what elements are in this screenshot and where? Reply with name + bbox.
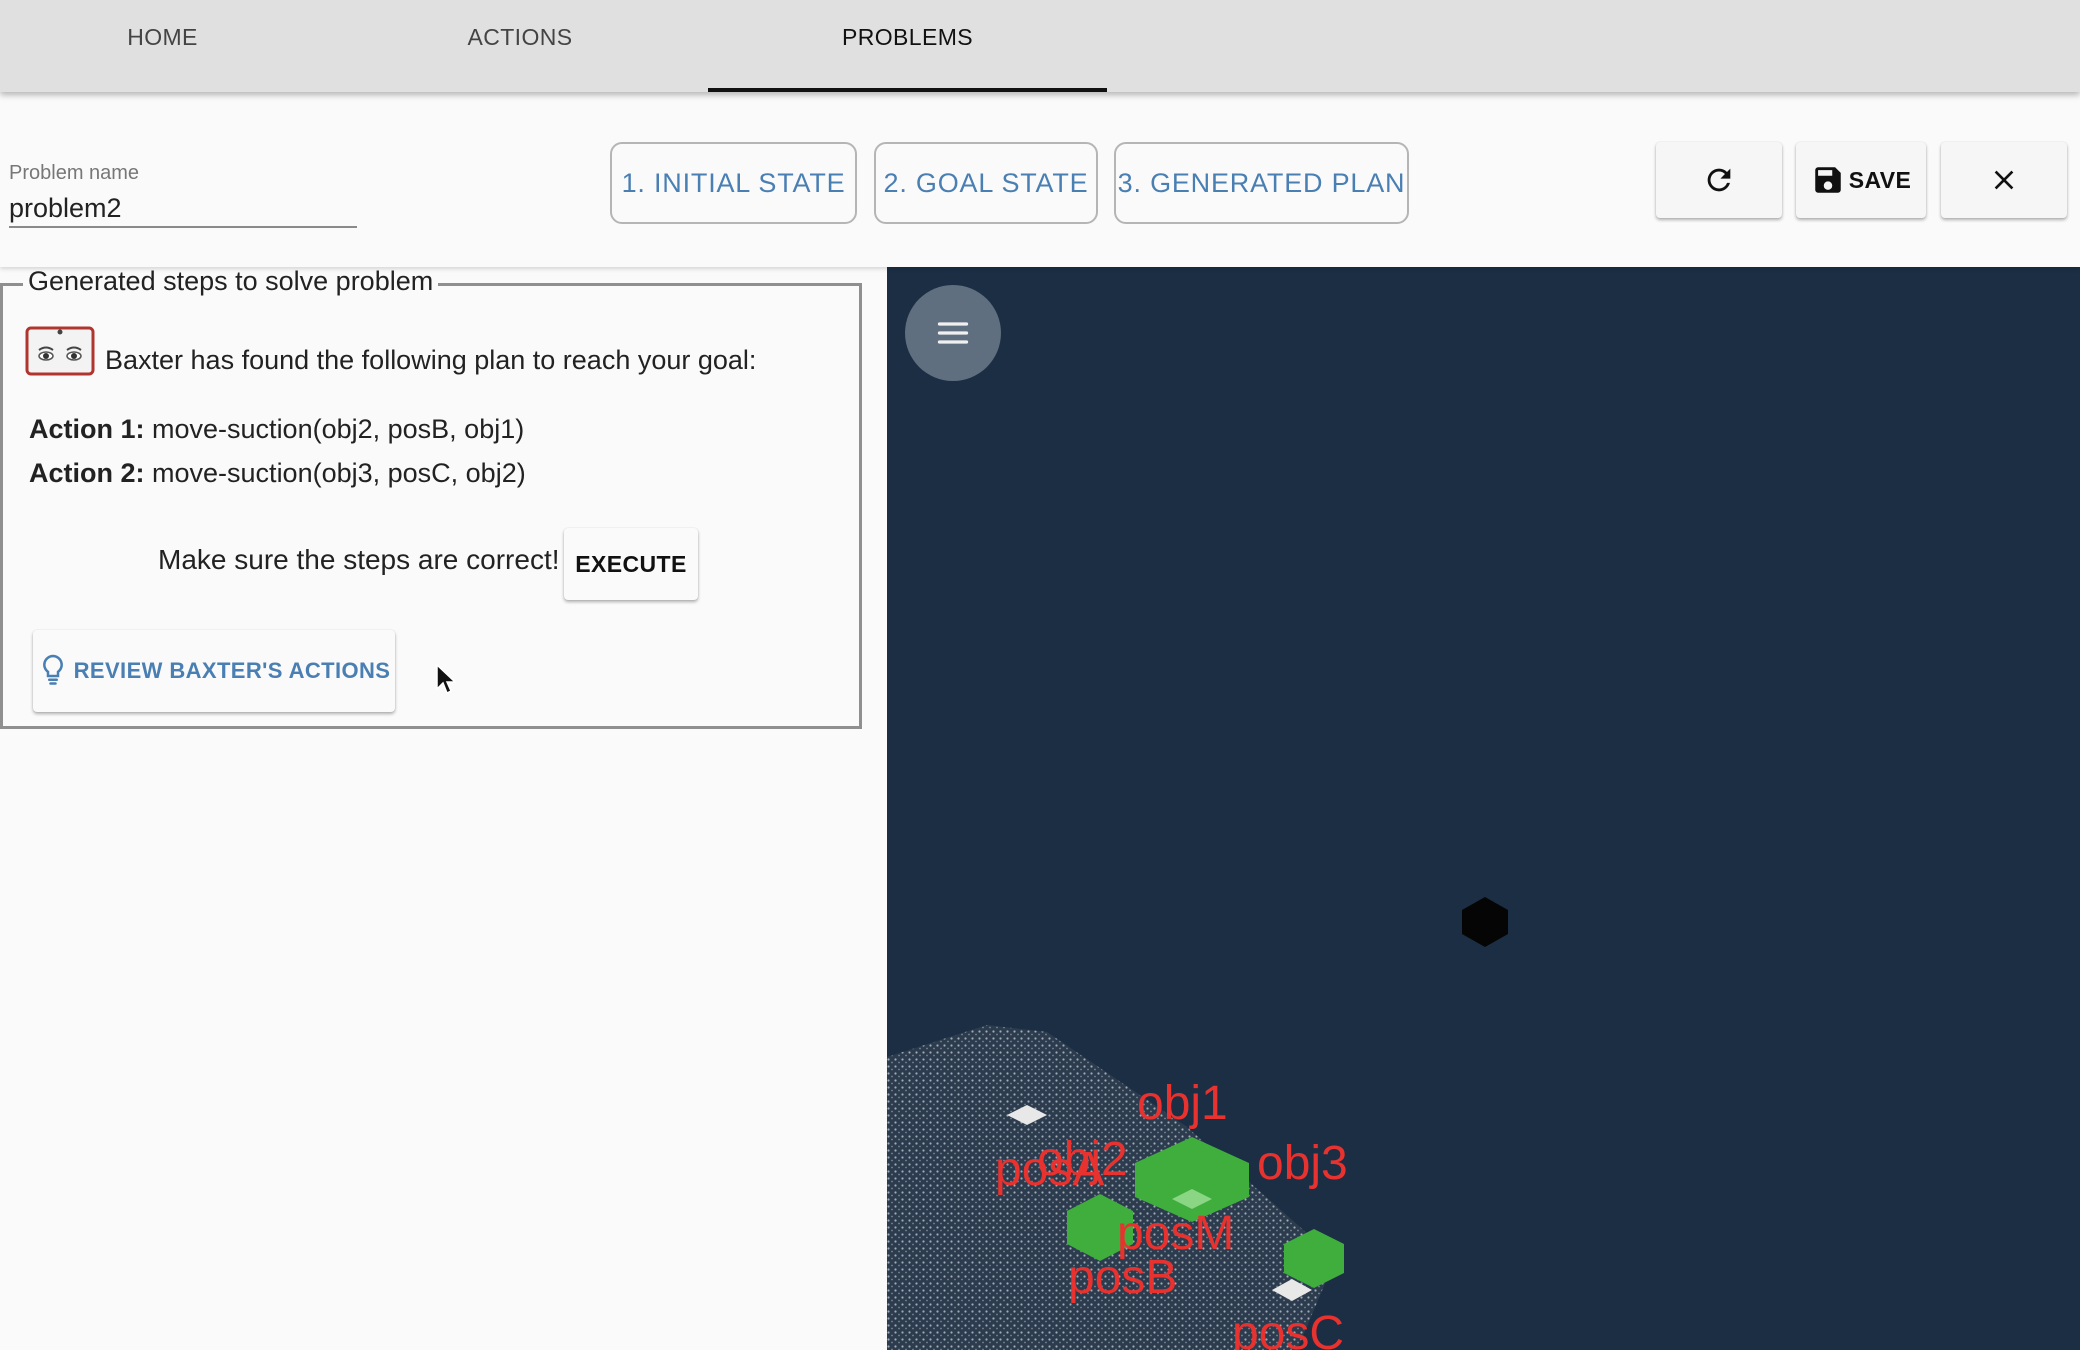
action-step-value: move-suction(obj2, posB, obj1) — [152, 414, 525, 444]
goal-state-button[interactable]: 2. GOAL STATE — [874, 142, 1098, 224]
action-step-label: Action 1: — [29, 414, 145, 444]
plan-intro: Baxter has found the following plan to r… — [25, 326, 756, 376]
action-step-2: Action 2: move-suction(obj3, posC, obj2) — [29, 458, 526, 489]
initial-state-button[interactable]: 1. INITIAL STATE — [610, 142, 857, 224]
confirm-text: Make sure the steps are correct! — [158, 544, 560, 575]
close-button[interactable] — [1941, 142, 2067, 218]
baxter-face-icon — [25, 326, 95, 376]
generated-steps-panel: Generated steps to solve problem Baxter … — [0, 266, 862, 729]
problem-toolbar: Problem name 1. INITIAL STATE 2. GOAL ST… — [0, 92, 2080, 267]
scene-label-obj1: obj1 — [1137, 1077, 1228, 1130]
plan-intro-text: Baxter has found the following plan to r… — [105, 345, 757, 375]
generated-plan-button[interactable]: 3. GENERATED PLAN — [1114, 142, 1409, 224]
top-navigation: HOME ACTIONS PROBLEMS — [0, 0, 2080, 92]
problem-name-input[interactable] — [9, 190, 357, 228]
save-button[interactable]: SAVE — [1796, 142, 1926, 218]
mouse-cursor-icon — [436, 664, 457, 695]
review-actions-label: REVIEW BAXTER'S ACTIONS — [73, 658, 391, 683]
robot-3d-viewport[interactable]: obj1 posA obj2 obj3 posM posB posC — [887, 267, 2080, 1350]
sensor-marker — [1462, 897, 1508, 947]
review-actions-button[interactable]: REVIEW BAXTER'S ACTIONS — [33, 630, 395, 712]
lightbulb-icon — [42, 654, 63, 685]
scene-canvas: obj1 posA obj2 obj3 posM posB posC — [887, 897, 1508, 1350]
tab-problems[interactable]: PROBLEMS — [708, 0, 1107, 92]
execute-button[interactable]: EXECUTE — [564, 528, 698, 600]
save-label: SAVE — [1848, 166, 1912, 193]
problem-name-label: Problem name — [9, 162, 140, 184]
scene-label-posC: posC — [1232, 1307, 1344, 1350]
scene-label-posB: posB — [1068, 1251, 1177, 1304]
refresh-icon — [1707, 168, 1731, 192]
action-step-label: Action 2: — [29, 458, 145, 488]
scene-label-obj3: obj3 — [1257, 1137, 1348, 1190]
action-step-value: move-suction(obj3, posC, obj2) — [152, 458, 526, 488]
scene-label-obj2: obj2 — [1037, 1133, 1128, 1186]
floppy-disk-icon — [1814, 167, 1841, 193]
tab-home[interactable]: HOME — [0, 0, 325, 92]
action-step-1: Action 1: move-suction(obj2, posB, obj1) — [29, 414, 524, 445]
panel-legend: Generated steps to solve problem — [23, 266, 439, 297]
close-icon — [1994, 170, 2014, 190]
tab-actions[interactable]: ACTIONS — [325, 0, 715, 92]
refresh-button[interactable] — [1656, 142, 1782, 218]
